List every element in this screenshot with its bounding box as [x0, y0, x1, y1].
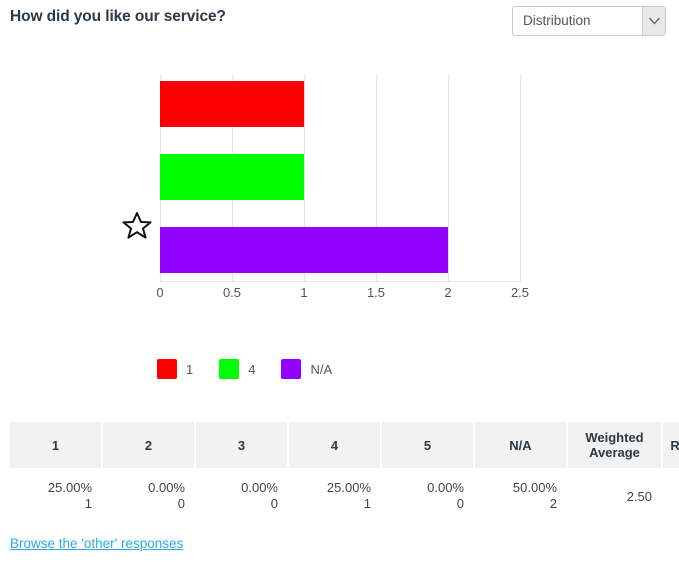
x-axis-baseline	[160, 281, 521, 282]
legend-item-na[interactable]: N/A	[281, 359, 332, 379]
question-header: How did you like our service? Distributi…	[0, 0, 679, 44]
chevron-down-glyph	[648, 17, 661, 25]
cell-responses: 4	[662, 469, 679, 522]
chart-legend: 1 4 N/A	[157, 357, 358, 381]
column-header-na: N/A	[474, 422, 568, 470]
column-header-weighted-average: Weighted Average	[567, 422, 663, 470]
cell-rating-na: 50.00% 2	[474, 469, 567, 522]
xtick-2: 2	[444, 285, 452, 300]
browse-other-responses-link[interactable]: Browse the 'other' responses	[10, 536, 183, 551]
cell-percent: 25.00%	[326, 479, 371, 495]
cell-percent: 0.00%	[241, 479, 278, 495]
cell-count: 1	[363, 496, 371, 511]
xtick-0.5: 0.5	[222, 285, 242, 300]
xtick-1.5: 1.5	[366, 285, 386, 300]
legend-swatch-na	[281, 359, 302, 379]
column-header-1: 1	[10, 422, 103, 470]
cell-rating-1: 25.00% 1	[10, 469, 102, 522]
legend-label-na: N/A	[310, 361, 333, 377]
bar-rating-4[interactable]	[160, 154, 304, 200]
cell-count: 2	[549, 496, 557, 511]
column-header-4: 4	[288, 422, 382, 470]
cell-count: 0	[456, 496, 464, 511]
legend-item-1[interactable]: 1	[157, 359, 193, 379]
legend-item-4[interactable]: 4	[219, 359, 255, 379]
bar-rating-1[interactable]	[160, 81, 304, 127]
cell-percent: 50.00%	[512, 479, 557, 495]
bar-rating-na[interactable]	[160, 227, 448, 273]
xtick-2.5: 2.5	[510, 285, 530, 300]
chevron-down-icon[interactable]	[642, 7, 665, 35]
cell-count: 1	[84, 496, 92, 511]
responses-value: 4	[666, 489, 679, 504]
column-header-3: 3	[195, 422, 289, 470]
column-header-responses: Responses	[662, 422, 679, 470]
xtick-0: 0	[156, 285, 164, 300]
view-mode-select[interactable]: Distribution	[512, 6, 666, 36]
cell-rating-5: 0.00% 0	[381, 469, 474, 522]
legend-label-4: 4	[248, 361, 256, 377]
cell-rating-4: 25.00% 1	[288, 469, 381, 522]
legend-swatch-1	[157, 359, 177, 379]
response-stats-table: 1 2 3 4 5 N/A Weighted Average Responses…	[10, 422, 679, 522]
legend-swatch-4	[219, 359, 240, 379]
gridline-2.5	[520, 75, 521, 281]
view-mode-select-value: Distribution	[523, 13, 591, 28]
cell-percent: 0.00%	[148, 479, 185, 495]
cell-rating-3: 0.00% 0	[195, 469, 288, 522]
xtick-1: 1	[300, 285, 308, 300]
cell-count: 0	[177, 496, 185, 511]
star-icon	[121, 209, 153, 241]
cell-percent: 0.00%	[427, 479, 464, 495]
page-title: How did you like our service?	[10, 8, 226, 25]
weighted-average-value: 2.50	[626, 488, 652, 504]
table-row: 25.00% 1 0.00% 0 0.00% 0 25.00% 1 0.00% …	[10, 469, 679, 522]
column-header-2: 2	[102, 422, 196, 470]
column-header-5: 5	[381, 422, 475, 470]
legend-label-1: 1	[186, 361, 194, 377]
star-glyph	[122, 212, 152, 239]
cell-percent: 25.00%	[47, 479, 92, 495]
gridline-2	[448, 75, 449, 281]
cell-count: 0	[270, 496, 278, 511]
chart-plot-area	[160, 75, 521, 281]
distribution-bar-chart: 0 0.5 1 1.5 2 2.5	[0, 44, 679, 314]
cell-rating-2: 0.00% 0	[102, 469, 195, 522]
cell-weighted-average: 2.50	[567, 469, 662, 522]
table-header-row: 1 2 3 4 5 N/A Weighted Average Responses	[10, 422, 679, 470]
